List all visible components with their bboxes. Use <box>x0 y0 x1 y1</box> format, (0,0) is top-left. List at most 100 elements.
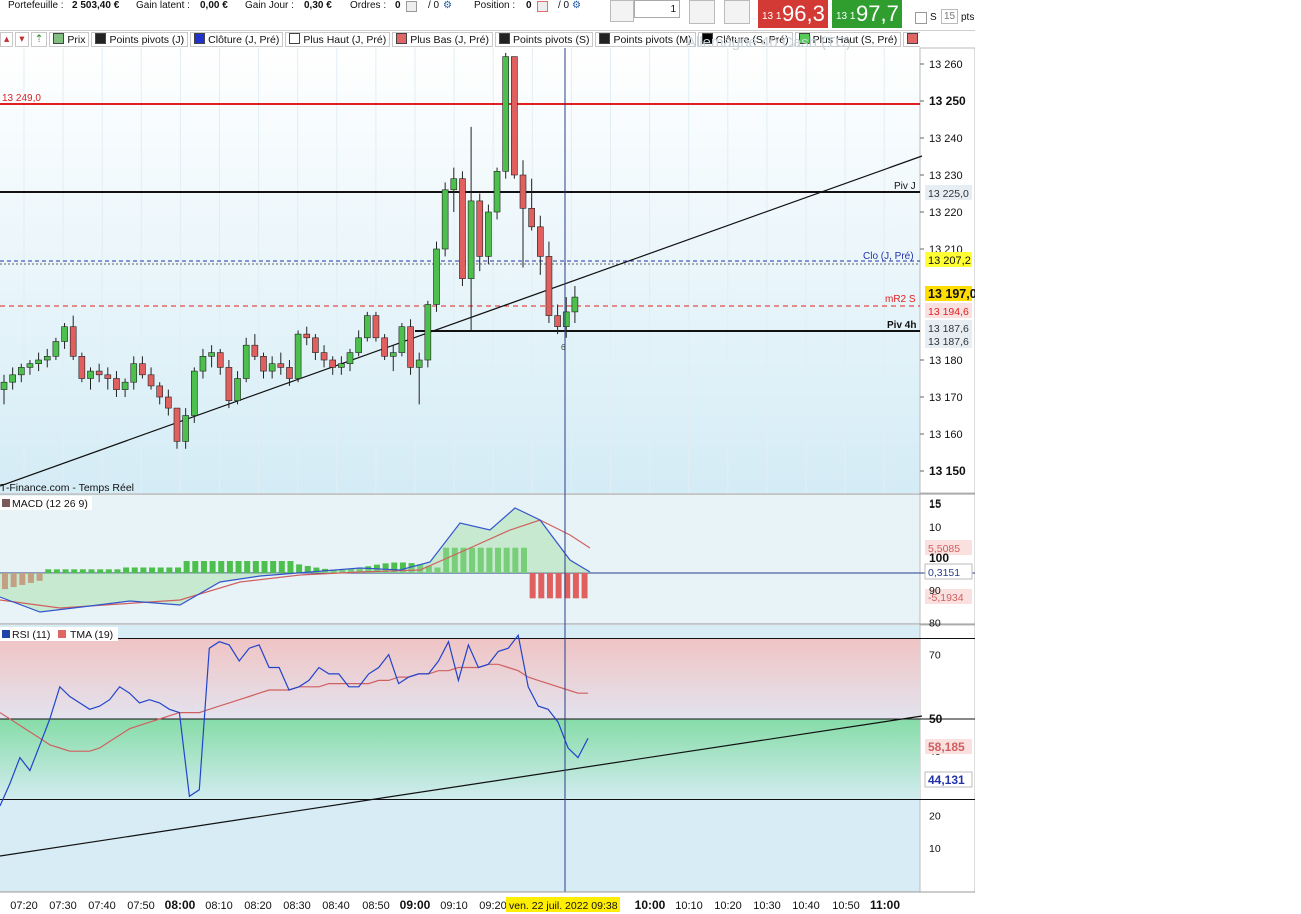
orders-total: / 0 <box>428 0 440 11</box>
candle-body <box>441 189 449 250</box>
candle-body <box>450 178 458 191</box>
time-tick-label: 10:20 <box>714 900 742 912</box>
indicator-1[interactable]: Points pivots (J) <box>91 32 189 47</box>
macd-histogram-bar <box>97 569 104 573</box>
position-gear-icon[interactable]: ⚙ <box>572 0 581 11</box>
indicator-2[interactable]: Clôture (J, Pré) <box>190 32 284 47</box>
indicator-label: Points pivots (S) <box>513 34 590 46</box>
rsi-line <box>0 633 589 807</box>
macd-histogram-bar <box>10 573 17 588</box>
candle-body <box>303 333 311 339</box>
sell-limit-icon[interactable] <box>724 0 750 24</box>
candle-body <box>312 337 319 353</box>
price-tick-label: 13 260 <box>929 59 963 71</box>
macd-histogram-bar <box>88 569 95 573</box>
time-axis-bg <box>0 892 975 914</box>
rsi-overbought-zone <box>0 638 920 719</box>
macd-histogram-bar <box>382 563 389 573</box>
macd-histogram-bar <box>235 561 242 573</box>
macd-histogram-bar <box>546 573 553 599</box>
macd-histogram-bar <box>140 567 147 573</box>
candle-body <box>165 396 172 409</box>
arrow-up-icon[interactable]: ▴ <box>0 32 14 47</box>
position-label: Position : <box>474 0 516 11</box>
macd-histogram-bar <box>425 565 432 573</box>
macd-histogram-bar <box>45 569 52 573</box>
keyboard-icon[interactable] <box>610 0 634 22</box>
candle-body <box>554 315 561 328</box>
indicator-7[interactable]: Clôture (S, Pré) <box>697 32 793 47</box>
macd-histogram-bar <box>538 573 545 599</box>
indicator-3[interactable]: Plus Haut (J, Pré) <box>285 32 391 47</box>
stop-checkbox[interactable] <box>915 12 927 24</box>
macd-zero-label-bg <box>924 563 973 580</box>
macd-swatch <box>2 499 10 507</box>
indicator-4[interactable]: Plus Bas (J, Pré) <box>392 32 493 47</box>
candle-body <box>286 367 293 379</box>
macd-zero-label: 0,3151 <box>928 567 960 579</box>
orders-gear-icon[interactable]: ⚙ <box>443 0 452 11</box>
price-tick-label: 13 160 <box>929 429 963 441</box>
piv4h-axis-label: 13 187,6 <box>928 323 969 335</box>
macd-histogram-bar <box>365 566 372 573</box>
macd-histogram-bar <box>114 569 121 573</box>
time-tick-label: 07:40 <box>88 900 116 912</box>
indicator-9[interactable]: Plus <box>903 32 920 47</box>
time-tick-label: 09:20 <box>479 900 507 912</box>
arrow-in-icon[interactable]: ⇡ <box>30 32 48 47</box>
macd-fill <box>0 508 590 612</box>
position-close-icon[interactable] <box>537 1 548 12</box>
macd-histogram-bar <box>581 573 588 599</box>
price-tick-label: 13 210 <box>929 244 963 256</box>
close-prev-label: Clo (J, Pré) <box>863 251 914 262</box>
candle-body <box>415 359 423 368</box>
rsi-legend-label: RSI (11) <box>12 629 50 641</box>
candle-body <box>485 211 492 257</box>
candle-body <box>216 352 224 368</box>
macd-histogram-bar <box>529 573 536 599</box>
candle-body <box>199 355 207 372</box>
indicator-swatch <box>798 33 810 44</box>
macd-histogram-bar <box>79 569 86 573</box>
position-value: 0 <box>526 0 532 11</box>
indicator-swatch <box>289 33 301 44</box>
chart-plot: 13 260 13 250 13 240 13 230 13 220 13 210 13 1… <box>0 34 975 914</box>
sell-button[interactable]: 13 1 96,3 <box>758 0 828 28</box>
macd-title: MACD (12 26 9) <box>12 498 88 510</box>
macd-histogram-bar <box>495 547 502 573</box>
rsi-tick-label: 20 <box>929 811 941 823</box>
indicator-label: Points pivots (J) <box>109 34 185 46</box>
buy-limit-icon[interactable] <box>689 0 715 24</box>
unrealized-gain-value: 0,00 € <box>200 0 228 11</box>
rsi-axis-label-bg <box>924 771 973 788</box>
time-tick-label: 08:00 <box>165 898 196 912</box>
indicator-5[interactable]: Points pivots (S) <box>495 32 594 47</box>
rsi-trend-line <box>0 715 923 857</box>
arrow-down-icon[interactable]: ▾ <box>15 32 29 47</box>
orders-icon[interactable] <box>406 1 417 12</box>
macd-histogram-bar <box>572 573 579 599</box>
indicator-6[interactable]: Points pivots (M) <box>595 32 696 47</box>
macd-histogram-bar <box>226 561 233 573</box>
points-input[interactable]: 15 <box>941 9 959 24</box>
indicator-swatch <box>194 33 206 44</box>
macd-histogram-bar <box>157 567 164 573</box>
macd-histogram-bar <box>296 564 303 573</box>
order-toolbar: Portefeuille : 2 503,40 € Gain latent : … <box>0 0 975 31</box>
price-tick-label: 13 150 <box>929 464 966 478</box>
candle-body <box>87 370 94 379</box>
source-label: T-Finance.com - Temps Réel <box>0 482 134 494</box>
indicator-8[interactable]: Plus Haut (S, Pré) <box>794 32 902 47</box>
candle-body <box>156 385 163 398</box>
indicator-0[interactable]: Prix <box>49 32 90 47</box>
candle-body <box>130 363 138 383</box>
quantity-input[interactable]: 1 <box>634 0 680 18</box>
macd-histogram-bar <box>408 563 415 573</box>
time-tick-label: 08:50 <box>362 900 390 912</box>
piv4h-axis-label-bg <box>925 320 972 335</box>
price-tick-label: 13 220 <box>929 207 963 219</box>
price-axis <box>919 47 975 494</box>
macd-line <box>0 507 591 613</box>
indicator-label: Clôture (J, Pré) <box>208 34 280 46</box>
buy-button[interactable]: 13 1 97,7 <box>832 0 902 28</box>
